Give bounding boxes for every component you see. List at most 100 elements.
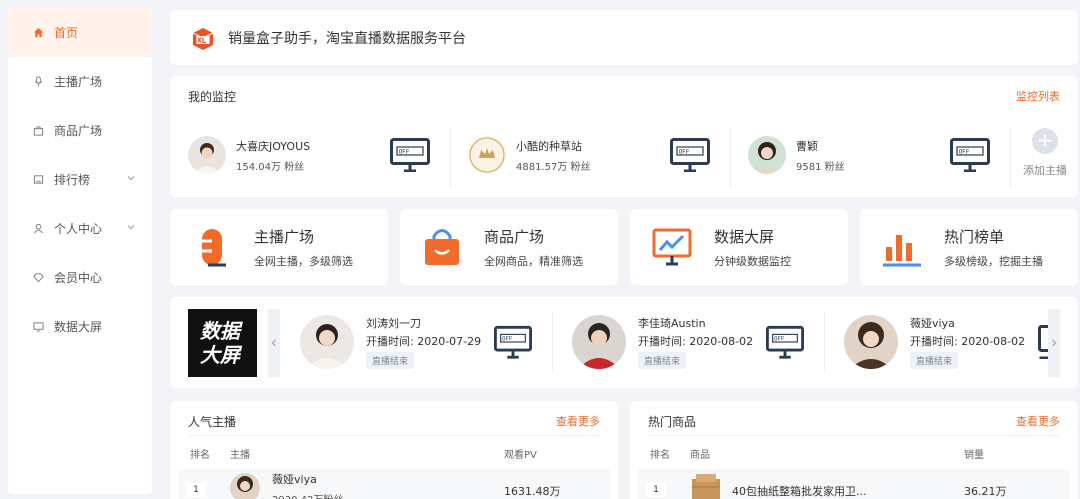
streamer-pv: 1631.48万	[504, 485, 561, 498]
feature-title: 热门榜单	[944, 227, 1005, 246]
view-more-link[interactable]: 查看更多	[556, 413, 600, 430]
sidebar-item-label: 排行榜	[54, 173, 91, 187]
off-monitor-icon[interactable]: OFF	[494, 325, 532, 359]
chevron-left-icon	[271, 339, 276, 347]
off-monitor-icon[interactable]: OFF	[390, 138, 430, 172]
bag-icon	[32, 125, 44, 137]
sidebar-item-label: 数据大屏	[54, 320, 103, 334]
off-monitor-icon[interactable]: OFF	[670, 138, 710, 172]
sidebar-item-label: 主播广场	[54, 75, 103, 89]
live-item-name: 刘涛刘一刀	[366, 317, 421, 330]
divider	[188, 435, 600, 436]
monitor-item[interactable]: 小酷的种草站 4881.57万 粉丝	[468, 124, 591, 186]
feature-subtitle: 全网商品，精准筛选	[484, 254, 583, 268]
rank-badge: 1	[646, 483, 666, 497]
off-monitor-icon[interactable]	[1038, 325, 1048, 359]
table-row[interactable]: 1 薇娅viya 2930.42万粉丝 1631.48万	[178, 469, 610, 499]
feature-title: 商品广场	[484, 227, 545, 246]
avatar	[844, 315, 898, 369]
avatar	[572, 315, 626, 369]
feature-card-ranking[interactable]: 热门榜单 多级榜级，挖掘主播	[860, 209, 1078, 285]
microphone-icon	[202, 229, 226, 267]
svg-text:OFF: OFF	[959, 149, 970, 156]
off-monitor-icon[interactable]: OFF	[766, 325, 804, 359]
banner-line: 数据	[200, 319, 240, 343]
svg-text:OFF: OFF	[679, 149, 690, 156]
plus-icon: +	[1032, 128, 1058, 154]
dashboard-banner[interactable]: 数据 大屏	[188, 309, 257, 377]
sidebar-item-label: 商品广场	[54, 124, 103, 138]
mic-icon	[32, 76, 44, 88]
monitor-item-name: 大喜庆JOYOUS	[236, 139, 311, 153]
product-thumbnail	[692, 474, 720, 499]
hot-products-panel: 热门商品 查看更多 排名 商品 销量 1 40包抽纸整箱批发家用卫... 36.…	[630, 401, 1078, 499]
svg-text:OFF: OFF	[774, 337, 785, 343]
avatar	[748, 136, 786, 174]
sidebar-item-label: 会员中心	[54, 271, 103, 285]
monitor-panel: 我的监控 监控列表 大喜庆JOYOUS 154.04万 粉丝 OFF 小酷的种草…	[170, 76, 1078, 197]
shopping-bag-icon	[425, 229, 459, 265]
avatar	[468, 136, 506, 174]
product-sales: 36.21万	[964, 485, 1007, 498]
divider	[1010, 128, 1011, 188]
chevron-down-icon[interactable]	[126, 222, 136, 232]
live-item-name: 李佳琦Austin	[638, 317, 706, 330]
feature-card-streamers[interactable]: 主播广场 全网主播，多级筛选	[170, 209, 388, 285]
sidebar-item-profile[interactable]: 个人中心	[8, 204, 152, 253]
sidebar: 首页 主播广场 商品广场 排行榜 个人中心 会员中心 数据大屏	[8, 8, 152, 494]
sidebar-item-products[interactable]: 商品广场	[8, 106, 152, 155]
popular-streamers-panel: 人气主播 查看更多 排名 主播 观看PV 1 薇娅viya 2930.42万粉丝…	[170, 401, 618, 499]
user-icon	[32, 223, 44, 235]
live-item-time: 开播时间: 2020-08-02	[638, 335, 754, 348]
feature-title: 数据大屏	[714, 227, 775, 246]
feature-card-products[interactable]: 商品广场 全网商品，精准筛选	[400, 209, 618, 285]
sidebar-item-ranking[interactable]: 排行榜	[8, 155, 152, 204]
sidebar-item-label: 首页	[54, 26, 79, 40]
divider	[450, 128, 451, 188]
monitor-item[interactable]: 曹颖 9581 粉丝	[748, 124, 845, 186]
sidebar-item-label: 个人中心	[54, 222, 103, 236]
live-item-name: 薇娅viya	[910, 317, 955, 330]
avatar	[300, 315, 354, 369]
divider	[552, 311, 553, 371]
avatar	[230, 473, 260, 499]
feature-title: 主播广场	[254, 227, 315, 246]
sidebar-item-membership[interactable]: 会员中心	[8, 253, 152, 302]
panel-title: 人气主播	[188, 415, 237, 429]
page-title: 销量盒子助手，淘宝直播数据服务平台	[228, 30, 466, 47]
monitor-item[interactable]: 大喜庆JOYOUS 154.04万 粉丝	[188, 124, 310, 186]
status-badge: 直播结束	[366, 352, 415, 369]
monitor-item-name: 曹颖	[796, 139, 818, 153]
home-icon	[32, 27, 44, 39]
table-row[interactable]: 1 40包抽纸整箱批发家用卫... 36.21万	[638, 469, 1070, 499]
monitor-item-name: 小酷的种草站	[516, 139, 582, 153]
feature-card-dashboard[interactable]: 数据大屏 分钟级数据监控	[630, 209, 848, 285]
box-logo-icon	[192, 27, 214, 50]
column-header: 商品	[690, 450, 710, 461]
header: 销量盒子助手，淘宝直播数据服务平台	[170, 10, 1078, 65]
live-item-time: 开播时间: 2020-08-02	[910, 335, 1026, 348]
screen-chart-icon	[652, 228, 692, 266]
view-more-link[interactable]: 查看更多	[1016, 413, 1060, 430]
monitor-item-fans: 154.04万 粉丝	[236, 161, 305, 173]
chevron-down-icon[interactable]	[126, 173, 136, 183]
monitor-title: 我的监控	[188, 90, 237, 104]
panel-title: 热门商品	[648, 415, 697, 429]
sidebar-item-home[interactable]: 首页	[8, 8, 152, 57]
carousel-prev-button[interactable]	[268, 309, 280, 377]
live-item-time: 开播时间: 2020-07-29	[366, 335, 482, 348]
carousel-next-button[interactable]	[1048, 309, 1060, 377]
column-header: 排名	[190, 450, 210, 461]
streamer-fans: 2930.42万粉丝	[272, 491, 343, 499]
sidebar-item-dashboard[interactable]: 数据大屏	[8, 302, 152, 351]
off-monitor-icon[interactable]: OFF	[950, 138, 990, 172]
add-streamer-button[interactable]: + 添加主播	[1013, 128, 1077, 178]
chart-icon	[32, 174, 44, 186]
diamond-icon	[32, 272, 44, 284]
sidebar-item-streamers[interactable]: 主播广场	[8, 57, 152, 106]
feature-subtitle: 多级榜级，挖掘主播	[944, 254, 1043, 268]
divider	[648, 435, 1060, 436]
monitor-list-link[interactable]: 监控列表	[1016, 88, 1060, 105]
add-streamer-label: 添加主播	[1023, 164, 1067, 177]
streamer-name: 薇娅viya	[272, 473, 317, 486]
